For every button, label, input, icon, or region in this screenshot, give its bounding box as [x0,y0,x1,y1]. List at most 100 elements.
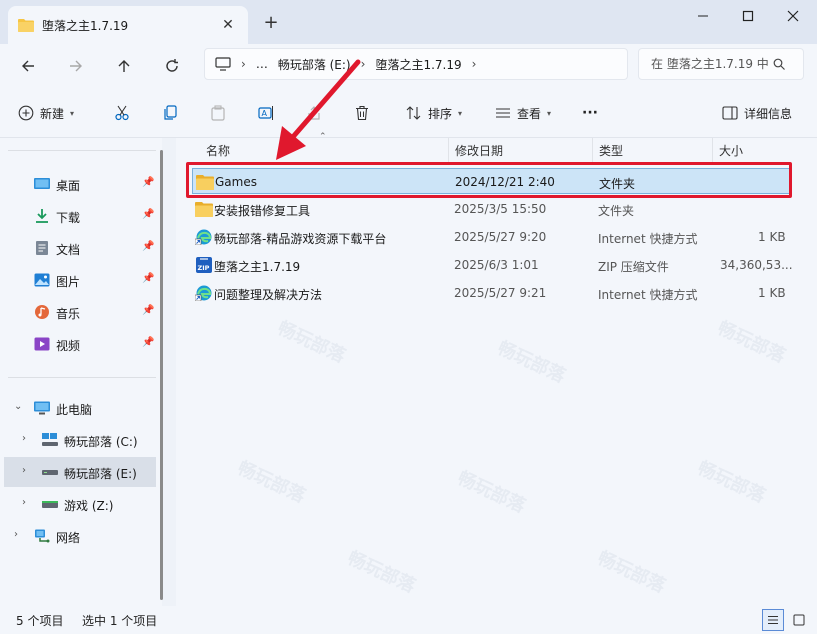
more-button[interactable]: ··· [582,100,598,126]
tiles-view-button[interactable] [788,609,810,631]
command-bar: 新建 ▾ A 排序 ▾ 查看 ▾ ··· 详细信息 [0,86,817,138]
delete-button[interactable] [354,100,370,126]
edge-shortcut-icon [195,285,212,301]
column-divider[interactable] [592,138,593,162]
table-row[interactable]: 安装报错修复工具 2025/3/5 15:50 文件夹 [192,196,792,222]
breadcrumb-drive-e[interactable]: 畅玩部落 (E:) [278,56,351,73]
table-row[interactable]: 畅玩部落-精品游戏资源下载平台 2025/5/27 9:20 Internet … [192,224,792,250]
chevron-right-icon[interactable]: › [361,57,366,71]
drive-e-icon [42,470,58,475]
status-bar: 5 个项目 选中 1 个项目 [0,606,817,634]
tab-title: 堕落之主1.7.19 [42,18,129,33]
share-button[interactable] [306,100,322,126]
share-icon [308,106,320,120]
pictures-icon [34,273,50,287]
chevron-right-icon[interactable]: › [14,529,18,540]
paste-button[interactable] [210,100,226,126]
computer-icon [34,401,50,415]
copy-button[interactable] [162,100,178,126]
download-icon [36,209,48,223]
sidebar-item-videos[interactable]: 视频 📌 [0,329,156,359]
search-box[interactable] [638,48,804,80]
new-tab-button[interactable]: + [260,12,282,34]
details-label: 详细信息 [744,106,793,121]
refresh-button[interactable] [158,52,186,80]
pin-icon[interactable]: 📌 [142,177,154,188]
item-count: 5 个项目 [16,614,64,628]
column-type[interactable]: 类型 [599,142,623,159]
folder-icon [18,19,34,32]
up-button[interactable] [110,52,138,80]
sidebar-item-pictures[interactable]: 图片 📌 [0,265,156,295]
pin-icon[interactable]: 📌 [142,273,154,284]
breadcrumb-current-folder[interactable]: 堕落之主1.7.19 [375,56,461,73]
sidebar-item-label: 音乐 [56,307,81,321]
tab-current[interactable]: 堕落之主1.7.19 ✕ [8,6,248,44]
sidebar-item-downloads[interactable]: 下载 📌 [0,201,156,231]
trash-icon [356,105,368,121]
sidebar-item-documents[interactable]: 文档 📌 [0,233,156,263]
watermark: 畅玩部落 [344,547,419,598]
address-bar[interactable]: › … 畅玩部落 (E:) › 堕落之主1.7.19 › [204,48,628,80]
chevron-right-icon[interactable]: › [22,433,26,444]
sidebar-item-this-pc[interactable]: ⌄ 此电脑 [0,393,156,423]
divider [8,150,156,151]
table-row[interactable]: 问题整理及解决方法 2025/5/27 9:21 Internet 快捷方式 1… [192,280,792,306]
view-button[interactable]: 查看 ▾ [495,100,551,126]
sort-button[interactable]: 排序 ▾ [406,100,462,126]
chevron-right-icon[interactable]: › [472,57,477,71]
pin-icon[interactable]: 📌 [142,337,154,348]
zip-icon: ZIP [196,257,212,273]
sidebar-item-drive-e[interactable]: › 畅玩部落 (E:) [4,457,156,487]
chevron-down-icon: ▾ [547,108,552,118]
chevron-right-icon[interactable]: › [22,497,26,508]
document-icon [36,241,48,255]
view-label: 查看 [517,106,542,121]
sort-icon [406,106,421,120]
table-row[interactable]: ZIP 堕落之主1.7.19 2025/6/3 1:01 ZIP 压缩文件 34… [192,252,793,278]
sidebar-item-label: 畅玩部落 (C:) [64,435,138,449]
pin-icon[interactable]: 📌 [142,305,154,316]
sidebar-item-music[interactable]: 音乐 📌 [0,297,156,327]
new-button[interactable]: 新建 ▾ [18,100,74,126]
pin-icon[interactable]: 📌 [142,241,154,252]
pin-icon[interactable]: 📌 [142,209,154,220]
details-view-button[interactable] [762,609,784,631]
tab-close-icon[interactable]: ✕ [218,17,238,33]
computer-icon[interactable] [215,57,231,71]
breadcrumb-overflow[interactable]: … [256,57,268,71]
file-type: Internet 快捷方式 [598,288,698,302]
view-lines-icon [496,108,510,118]
details-pane-button[interactable]: 详细信息 [722,100,792,126]
close-window-button[interactable] [770,0,816,32]
file-size: 34,360,53... [720,258,793,272]
file-type: ZIP 压缩文件 [598,260,669,274]
sidebar-item-label: 文档 [56,243,81,257]
sidebar-item-drive-z[interactable]: › 游戏 (Z:) [0,489,156,519]
forward-button[interactable] [62,52,90,80]
cut-button[interactable] [114,100,130,126]
sidebar-item-drive-c[interactable]: › 畅玩部落 (C:) [0,425,156,455]
rename-button[interactable]: A [258,100,274,126]
column-modified[interactable]: 修改日期 [455,142,503,159]
svg-text:ZIP: ZIP [198,264,210,272]
file-modified: 2025/3/5 15:50 [454,202,547,216]
close-icon [787,10,799,22]
chevron-down-icon[interactable]: ⌄ [14,401,22,412]
sidebar-scrollbar[interactable] [160,150,163,600]
column-size[interactable]: 大小 [719,142,743,159]
file-name: 畅玩部落-精品游戏资源下载平台 [214,232,387,246]
chevron-right-icon[interactable]: › [241,57,246,71]
column-divider[interactable] [712,138,713,162]
back-button[interactable] [14,52,42,80]
minimize-button[interactable] [680,0,726,32]
search-input[interactable] [651,57,769,71]
column-name[interactable]: 名称 [206,142,230,159]
file-modified: 2025/5/27 9:21 [454,286,547,300]
maximize-icon [742,10,754,22]
sidebar-item-desktop[interactable]: 桌面 📌 [0,169,156,199]
sidebar-item-network[interactable]: › 网络 [0,521,156,551]
maximize-button[interactable] [725,0,771,32]
column-divider[interactable] [448,138,449,162]
chevron-right-icon[interactable]: › [22,465,26,476]
